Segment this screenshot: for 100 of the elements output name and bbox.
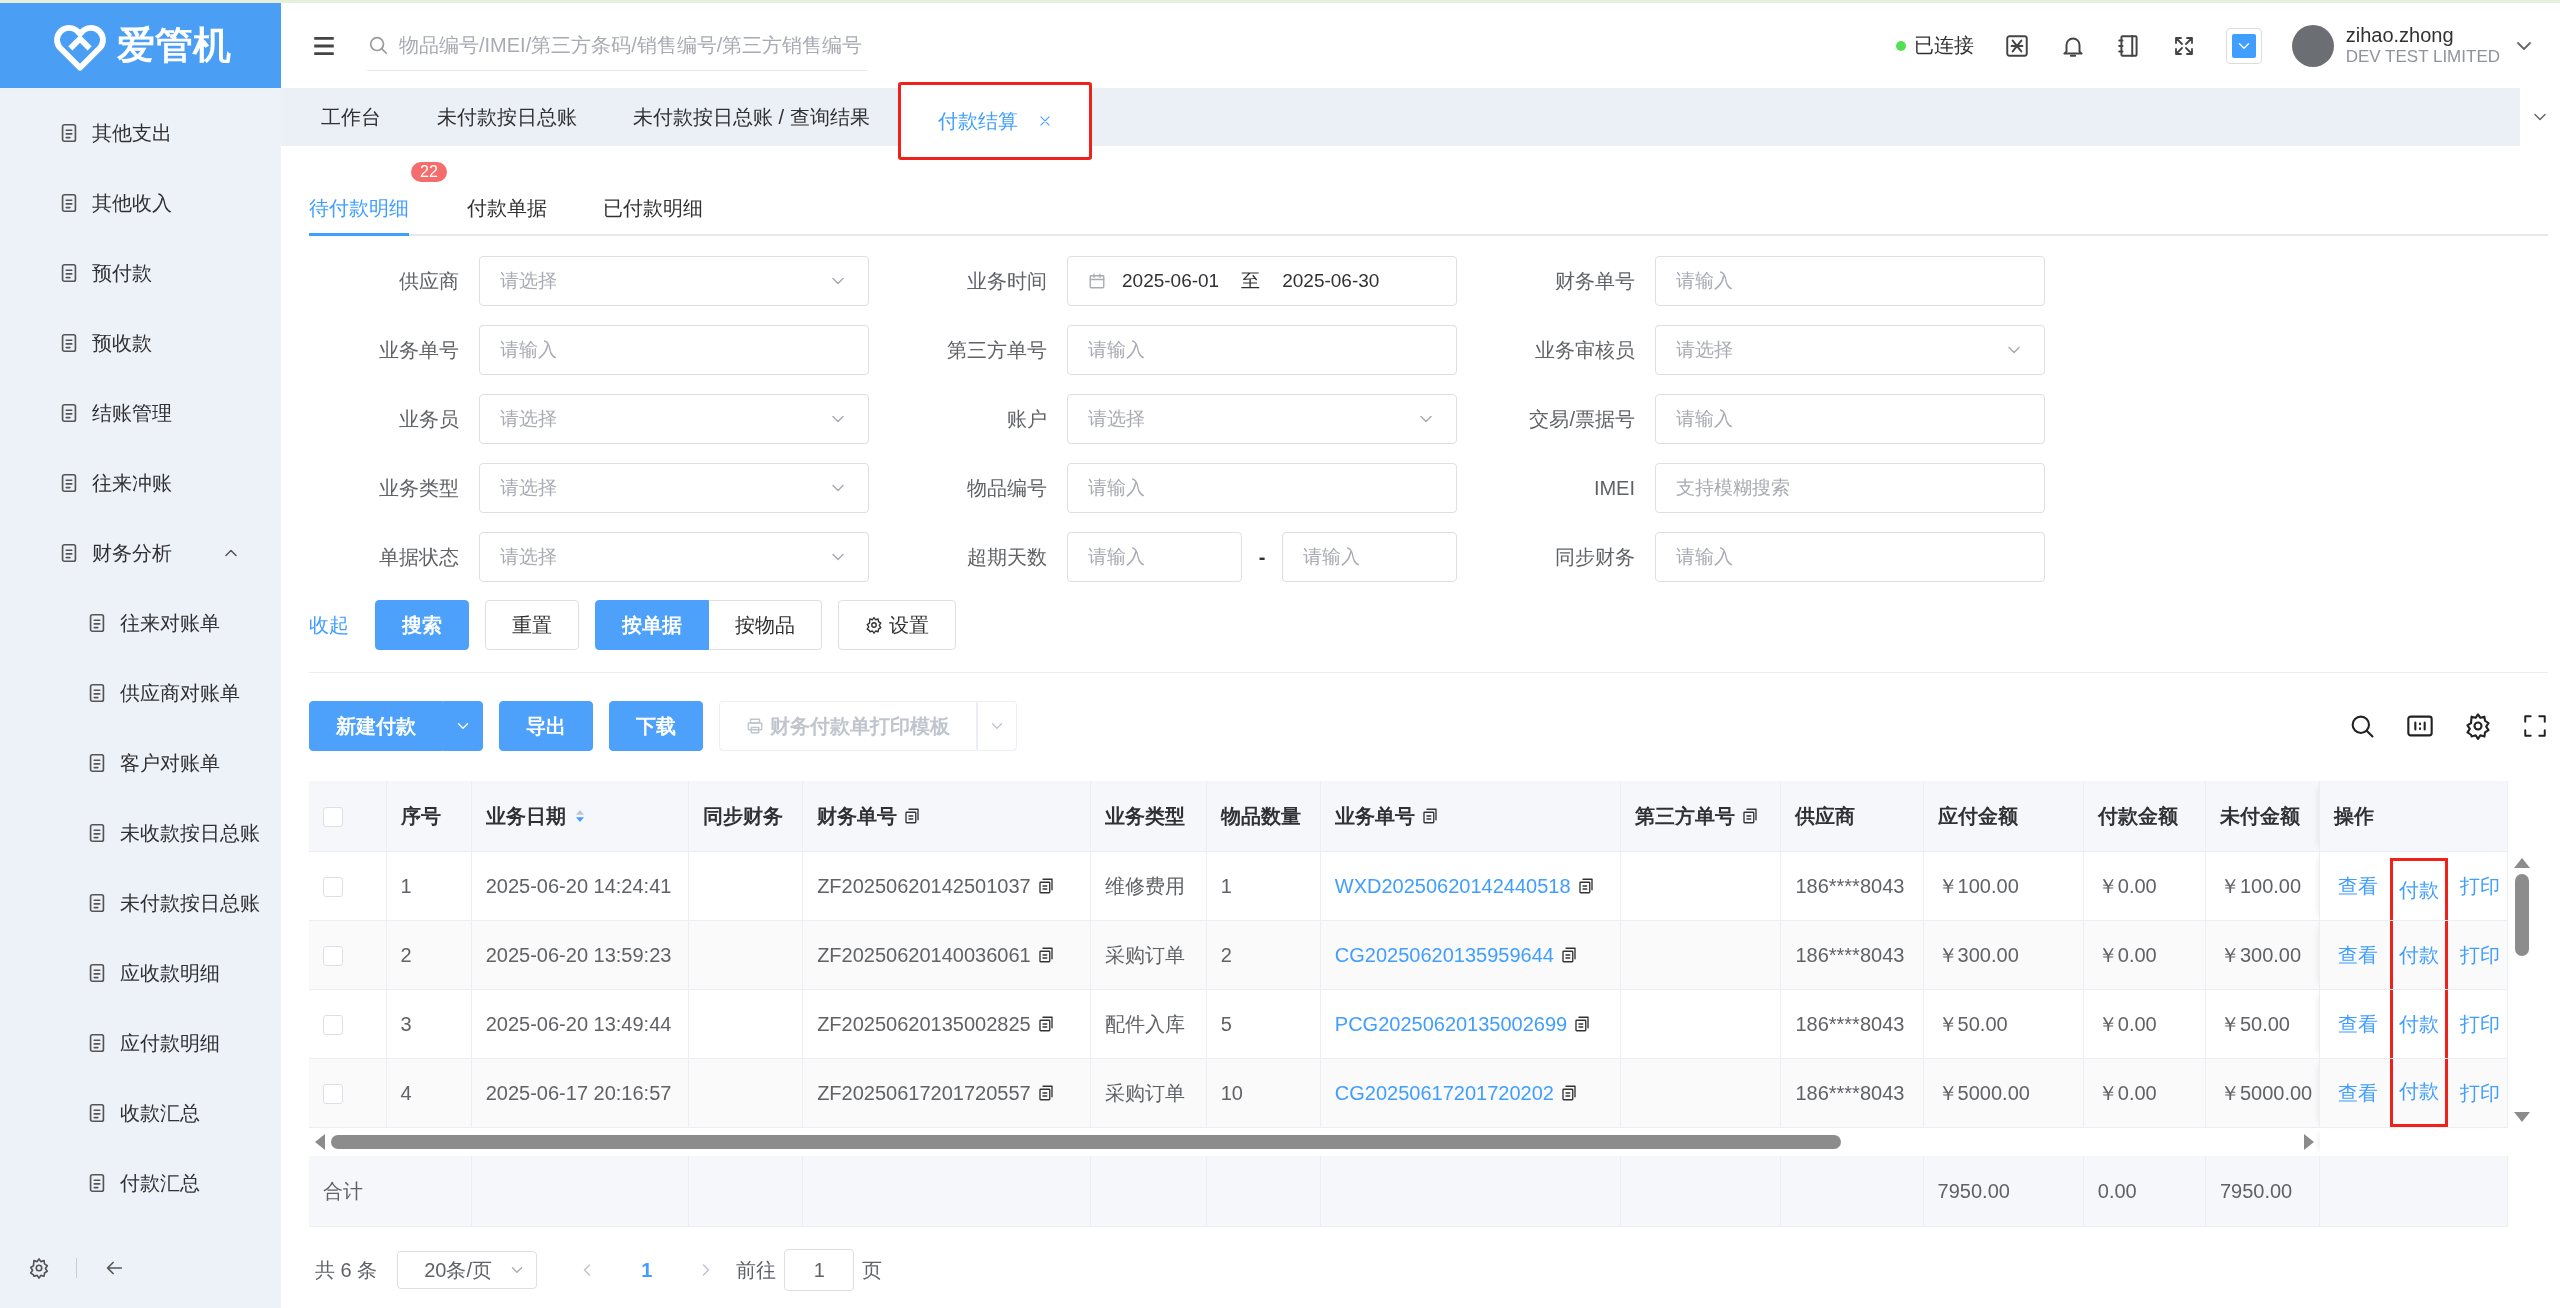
- input-field[interactable]: 请输入: [1655, 256, 2045, 306]
- table-cell: 4: [400, 1081, 412, 1105]
- select-field[interactable]: 请选择: [1067, 394, 1457, 444]
- input-field[interactable]: 支持模糊搜索: [1655, 463, 2045, 513]
- action-link[interactable]: 查看: [2334, 1010, 2383, 1038]
- order-link[interactable]: WXD20250620142440518: [1334, 874, 1571, 898]
- tab[interactable]: 已付款明细: [602, 183, 703, 236]
- action-link[interactable]: 付款: [2390, 921, 2449, 989]
- menu-item[interactable]: 往来冲账: [0, 448, 281, 518]
- field-label: IMEI: [1592, 476, 1636, 500]
- new-payment-button[interactable]: 新建付款: [309, 701, 443, 751]
- column-header: 操作: [2334, 803, 2375, 829]
- menu-item[interactable]: 其他收入: [0, 168, 281, 238]
- table-cell-text: 采购订单: [1104, 1080, 1185, 1106]
- menu-item[interactable]: 应付款明细: [0, 1008, 281, 1078]
- table-cell-text: 采购订单: [1104, 942, 1185, 968]
- select-field[interactable]: 请选择: [479, 532, 869, 582]
- tab[interactable]: 未付款按日总账: [409, 88, 605, 146]
- field-label: 同步财务: [1554, 544, 1636, 570]
- table-cell: 2: [400, 943, 412, 967]
- table-cell: 186****8043: [1795, 1081, 1905, 1105]
- select-field[interactable]: 请选择: [479, 463, 869, 513]
- action-link[interactable]: 查看: [2334, 872, 2383, 900]
- action-link[interactable]: 付款: [2390, 1059, 2449, 1127]
- table-cell: 3: [400, 1012, 412, 1036]
- tab[interactable]: 工作台: [293, 88, 409, 146]
- input-field[interactable]: 请输入: [1067, 532, 1242, 582]
- page-number[interactable]: 1: [617, 1258, 677, 1282]
- menu-item[interactable]: 应收款明细: [0, 938, 281, 1008]
- range-separator: -: [1257, 545, 1267, 569]
- input-field[interactable]: 请输入: [1655, 394, 2045, 444]
- field-label: 超期天数: [966, 544, 1048, 570]
- input-field[interactable]: 请输入: [1282, 532, 1457, 582]
- table-cell: 2025-06-20 13:49:44: [485, 1012, 672, 1036]
- table-cell: 7950.00: [1937, 1179, 2010, 1202]
- action-link[interactable]: 打印: [2456, 941, 2505, 969]
- table-cell: ZF20250620135002825: [817, 1012, 1031, 1036]
- view-toggle-button[interactable]: 按物品: [709, 600, 822, 650]
- menu-item[interactable]: 付款汇总: [0, 1148, 281, 1218]
- table-cell: 186****8043: [1795, 874, 1905, 898]
- table-cell-text: 维修费用: [1104, 873, 1185, 899]
- menu-item[interactable]: 预付款: [0, 238, 281, 308]
- menu-item[interactable]: 往来对账单: [0, 588, 281, 658]
- select-field[interactable]: 请选择: [1655, 325, 2045, 375]
- date-range-field[interactable]: 2025-06-01 至 2025-06-30: [1067, 256, 1457, 306]
- table-cell: 2: [1220, 943, 1232, 967]
- search-button[interactable]: 搜索: [375, 600, 469, 650]
- table-cell-text: ￥0.00: [2097, 1011, 2157, 1037]
- field-label: 业务单号: [378, 337, 460, 363]
- action-link[interactable]: 打印: [2456, 1079, 2505, 1107]
- tab[interactable]: 未付款按日总账 / 查询结果: [605, 88, 898, 146]
- search-field[interactable]: 物品编号/IMEI/第三方条码/销售编号/第三方销售编号: [367, 20, 867, 71]
- column-header: 未付金额: [2219, 803, 2300, 829]
- menu-item[interactable]: 收款汇总: [0, 1078, 281, 1148]
- download-button[interactable]: 下载: [609, 701, 703, 751]
- table-cell-text: ￥5000.00: [2219, 1080, 2313, 1106]
- menu-item[interactable]: 供应商对账单: [0, 658, 281, 728]
- action-link[interactable]: 打印: [2456, 1010, 2505, 1038]
- menu-item[interactable]: 未付款按日总账: [0, 868, 281, 938]
- input-field[interactable]: 请输入: [1655, 532, 2045, 582]
- view-toggle-button[interactable]: 按单据: [595, 600, 709, 650]
- input-field[interactable]: 请输入: [1067, 463, 1457, 513]
- input-field[interactable]: 请输入: [1067, 325, 1457, 375]
- page-input[interactable]: 1: [784, 1249, 855, 1291]
- menu-item[interactable]: 其他支出: [0, 98, 281, 168]
- tab[interactable]: 待付款明细: [309, 183, 409, 236]
- menu-item[interactable]: 未收款按日总账: [0, 798, 281, 868]
- table-cell-text: ￥100.00: [2219, 873, 2302, 899]
- settings-button[interactable]: 设置: [838, 600, 956, 650]
- action-link[interactable]: 查看: [2334, 941, 2383, 969]
- field-label: 业务审核员: [1534, 337, 1636, 363]
- reset-button[interactable]: 重置: [485, 600, 579, 650]
- table-cell-text: ￥0.00: [2097, 873, 2157, 899]
- table-cell-text: ￥5000.00: [1937, 1080, 2030, 1106]
- column-header: 供应商: [1795, 803, 1856, 829]
- table-cell: 186****8043: [1795, 1012, 1905, 1036]
- table-cell: 7950.00: [2219, 1179, 2293, 1202]
- menu-item[interactable]: 财务分析: [0, 518, 281, 588]
- table-cell-text: ￥50.00: [2219, 1011, 2290, 1037]
- user-name: zihao.zhong: [2345, 24, 2455, 47]
- tab[interactable]: 付款单据: [466, 183, 547, 236]
- select-field[interactable]: 请选择: [479, 256, 869, 306]
- page-size-select[interactable]: 20条/页: [397, 1251, 538, 1289]
- collapse-link[interactable]: 收起: [309, 611, 349, 639]
- column-header: 财务单号: [817, 803, 898, 829]
- order-link[interactable]: PCG20250620135002699: [1334, 1012, 1568, 1036]
- menu-item[interactable]: 客户对账单: [0, 728, 281, 798]
- count-badge: 22: [411, 162, 447, 182]
- action-link[interactable]: 打印: [2456, 872, 2505, 900]
- action-link[interactable]: 查看: [2334, 1079, 2383, 1107]
- field-label: 物品编号: [966, 475, 1048, 501]
- table-cell: 2025-06-20 14:24:41: [485, 874, 672, 898]
- menu-item[interactable]: 预收款: [0, 308, 281, 378]
- tab[interactable]: 付款结算: [897, 82, 1092, 160]
- menu-item[interactable]: 结账管理: [0, 378, 281, 448]
- goto-label: 前往: [736, 1257, 777, 1283]
- select-field[interactable]: 请选择: [479, 394, 869, 444]
- field-label: 业务员: [398, 406, 460, 432]
- input-field[interactable]: 请输入: [479, 325, 869, 375]
- export-button[interactable]: 导出: [499, 701, 593, 751]
